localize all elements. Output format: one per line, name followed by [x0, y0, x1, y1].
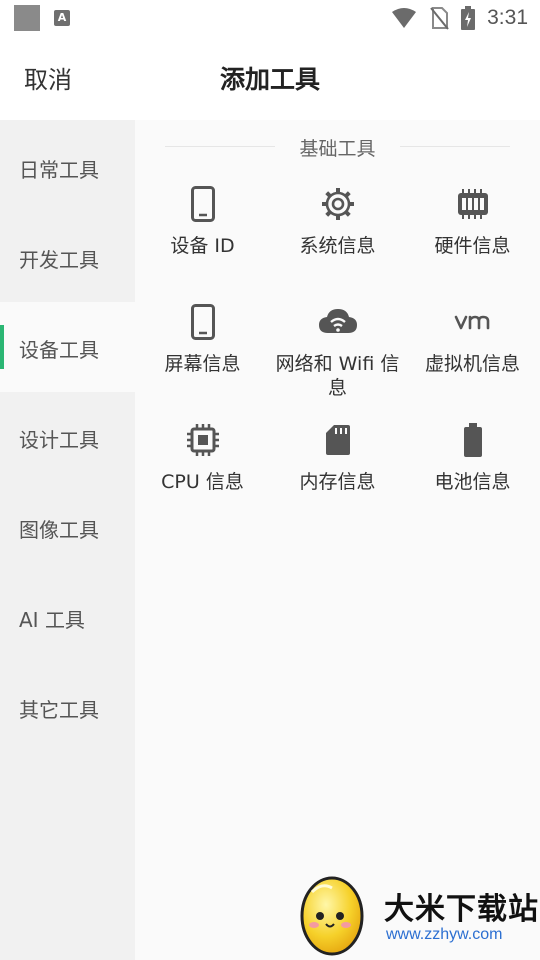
tool-network-wifi-info[interactable]: 网络和 Wifi 信息: [270, 302, 405, 420]
tool-label: 网络和 Wifi 信息: [275, 353, 400, 399]
vm-icon: [453, 302, 493, 342]
tool-label: 设备 ID: [170, 235, 235, 257]
sidebar-item-image[interactable]: 图像工具: [0, 482, 135, 572]
tool-battery-info[interactable]: 电池信息: [405, 420, 540, 538]
watermark-url: www.zzhyw.com: [386, 926, 503, 943]
clock: 3:31: [487, 6, 528, 29]
status-icons: 3:31: [391, 4, 528, 32]
tool-system-info[interactable]: 系统信息: [270, 184, 405, 302]
tool-label: 系统信息: [299, 235, 376, 257]
battery-icon: [453, 420, 493, 460]
notification-badge-icon: A: [54, 10, 70, 26]
cpu-icon: [183, 420, 223, 460]
sidebar-item-daily[interactable]: 日常工具: [0, 122, 135, 212]
tool-memory-info[interactable]: 内存信息: [270, 420, 405, 538]
section-title: 基础工具: [299, 138, 376, 160]
tool-label: 屏幕信息: [164, 353, 241, 375]
app-notification-icon: [14, 5, 40, 31]
sidebar-item-device[interactable]: 设备工具: [0, 302, 135, 392]
sd-card-icon: [318, 420, 358, 460]
site-watermark: 大米下载站 www.zzhyw.com: [292, 862, 540, 960]
page-title: 添加工具: [219, 65, 320, 94]
sidebar-item-label: 开发工具: [19, 248, 99, 272]
sidebar-item-label: 其它工具: [19, 698, 99, 722]
tool-device-id[interactable]: 设备 ID: [135, 184, 270, 302]
phone-icon: [183, 302, 223, 342]
sidebar-item-label: 设计工具: [19, 428, 99, 452]
battery-charging-icon: [461, 6, 476, 30]
tool-label: 内存信息: [299, 471, 376, 493]
sidebar-item-dev[interactable]: 开发工具: [0, 212, 135, 302]
phone-icon: [183, 184, 223, 224]
memory-chip-icon: [453, 184, 493, 224]
sidebar-item-ai[interactable]: AI 工具: [0, 572, 135, 662]
sidebar-item-label: 日常工具: [19, 158, 99, 182]
cloud-wifi-icon: [318, 302, 358, 342]
tool-vm-info[interactable]: 虚拟机信息: [405, 302, 540, 420]
wifi-signal-icon: [392, 8, 417, 28]
mascot-logo: [300, 876, 364, 956]
no-sim-icon: [430, 7, 449, 30]
tool-screen-info[interactable]: 屏幕信息: [135, 302, 270, 420]
tools-panel: 基础工具 设备 ID 系统信息 硬件信息 屏幕信息 网络和 Wifi 信息 虚拟…: [135, 120, 540, 960]
sidebar-item-label: 图像工具: [19, 518, 99, 542]
sidebar-item-design[interactable]: 设计工具: [0, 392, 135, 482]
sidebar-item-other[interactable]: 其它工具: [0, 662, 135, 752]
sidebar-item-label: 设备工具: [19, 338, 99, 362]
header: 取消 添加工具: [0, 36, 540, 120]
tool-label: 电池信息: [434, 471, 511, 493]
gear-icon: [318, 184, 358, 224]
tool-label: 硬件信息: [434, 235, 511, 257]
tool-cpu-info[interactable]: CPU 信息: [135, 420, 270, 538]
active-indicator: [0, 325, 4, 369]
tool-hardware-info[interactable]: 硬件信息: [405, 184, 540, 302]
watermark-title: 大米下载站: [384, 892, 539, 927]
status-bar: A 3:31: [0, 0, 540, 36]
tool-label: 虚拟机信息: [424, 353, 520, 375]
category-sidebar: 日常工具 开发工具 设备工具 设计工具 图像工具 AI 工具 其它工具: [0, 120, 135, 960]
tool-label: CPU 信息: [161, 471, 244, 493]
sidebar-item-label: AI 工具: [19, 608, 85, 632]
